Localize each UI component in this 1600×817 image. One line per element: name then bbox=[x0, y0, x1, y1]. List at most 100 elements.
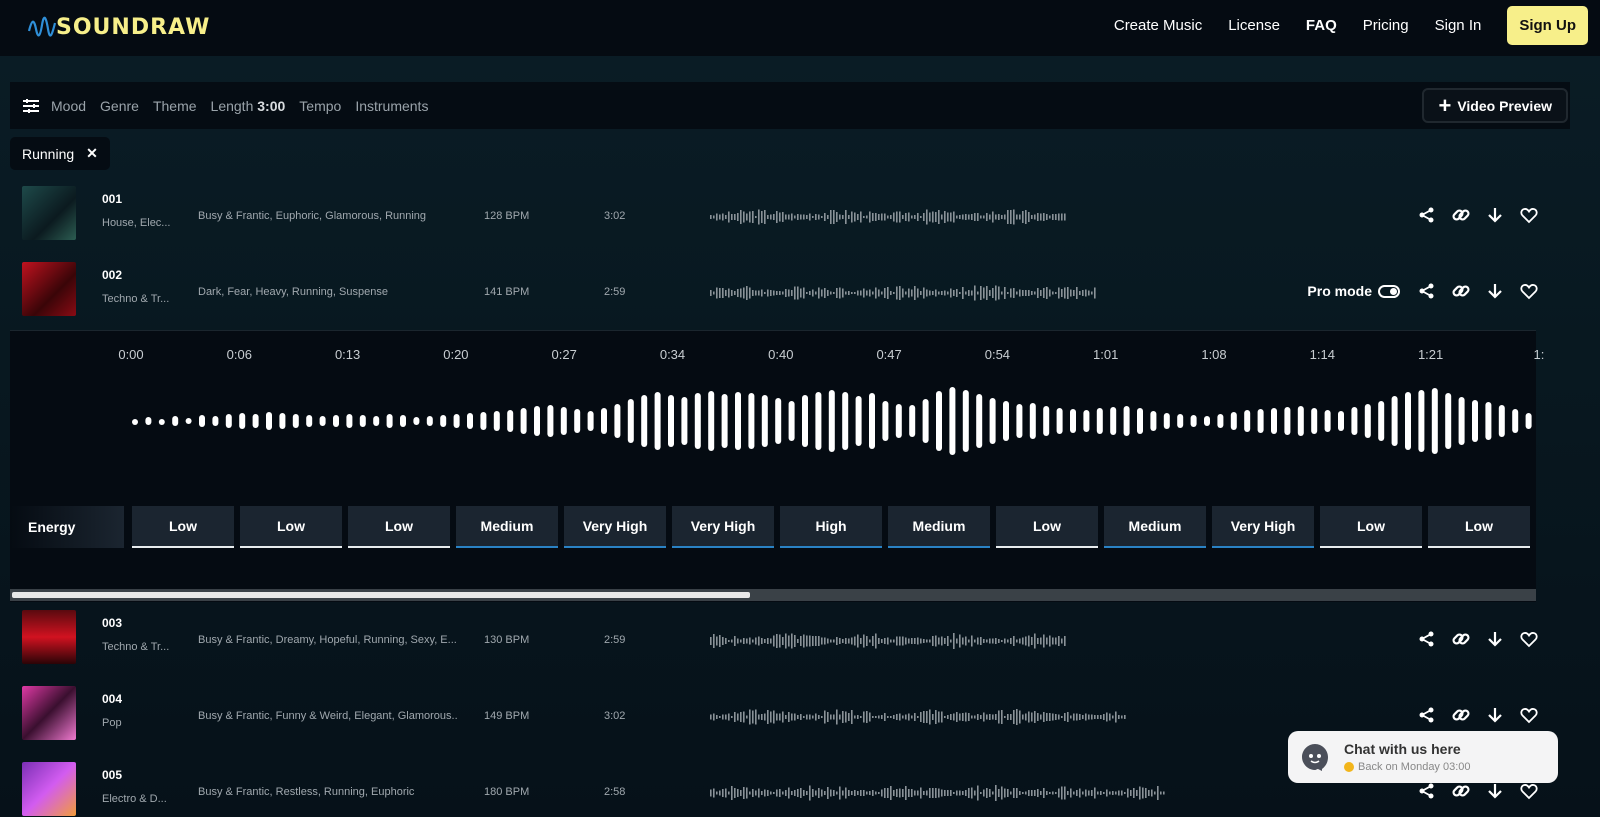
waveform-bar bbox=[1150, 411, 1157, 431]
track-bpm: 130 BPM bbox=[484, 634, 530, 646]
sliders-icon[interactable] bbox=[23, 98, 39, 113]
waveform-bar bbox=[1096, 408, 1103, 434]
waveform-bar bbox=[828, 390, 835, 452]
energy-cell[interactable]: Low bbox=[132, 506, 234, 548]
waveform-bar bbox=[1472, 400, 1478, 442]
waveform-bar bbox=[1123, 406, 1130, 436]
track-number: 005 bbox=[102, 768, 123, 782]
close-icon[interactable]: ✕ bbox=[86, 145, 98, 162]
soundraw-logo[interactable]: SOUNDRAW bbox=[28, 12, 210, 42]
waveform-bar bbox=[1257, 409, 1264, 433]
timeline-tick: 0:20 bbox=[443, 347, 469, 362]
link-icon[interactable] bbox=[1450, 280, 1472, 302]
energy-cell[interactable]: Very High bbox=[1212, 506, 1314, 548]
horizontal-scrollbar[interactable] bbox=[10, 589, 1536, 601]
link-icon[interactable] bbox=[1450, 780, 1472, 802]
chat-widget[interactable]: Chat with us here Back on Monday 03:00 bbox=[1288, 731, 1558, 783]
link-icon[interactable] bbox=[1450, 204, 1472, 226]
track-row[interactable]: 003 Techno & Tr... Busy & Frantic, Dream… bbox=[10, 604, 1540, 680]
heart-icon[interactable] bbox=[1518, 780, 1540, 802]
main-waveform[interactable] bbox=[128, 381, 1538, 471]
waveform-bar bbox=[627, 399, 634, 443]
share-icon[interactable] bbox=[1416, 628, 1438, 650]
nav-pricing[interactable]: Pricing bbox=[1363, 17, 1409, 34]
track-cover-art[interactable] bbox=[22, 686, 76, 740]
share-icon[interactable] bbox=[1416, 704, 1438, 726]
filter-instruments[interactable]: Instruments bbox=[355, 98, 428, 114]
energy-cell[interactable]: Low bbox=[348, 506, 450, 548]
timeline-tick: 0:34 bbox=[659, 347, 686, 362]
track-cover-art[interactable] bbox=[22, 762, 76, 816]
download-icon[interactable] bbox=[1484, 704, 1506, 726]
share-icon[interactable] bbox=[1416, 204, 1438, 226]
energy-cell[interactable]: Medium bbox=[888, 506, 990, 548]
link-icon[interactable] bbox=[1450, 628, 1472, 650]
heart-icon[interactable] bbox=[1518, 628, 1540, 650]
track-waveform[interactable] bbox=[710, 702, 1128, 732]
waveform-bar bbox=[1498, 405, 1505, 437]
energy-cell[interactable]: Very High bbox=[672, 506, 774, 548]
timeline-tick: 1:08 bbox=[1201, 347, 1227, 362]
filter-theme[interactable]: Theme bbox=[153, 98, 197, 114]
waveform-bar bbox=[574, 409, 581, 433]
track-cover-art[interactable] bbox=[22, 610, 76, 664]
download-icon[interactable] bbox=[1484, 780, 1506, 802]
waveform-bar bbox=[842, 392, 849, 450]
waveform-bar bbox=[453, 414, 460, 428]
waveform-bar bbox=[882, 401, 889, 441]
scrollbar-thumb[interactable] bbox=[12, 592, 750, 598]
energy-cell[interactable]: Medium bbox=[1104, 506, 1206, 548]
nav-faq[interactable]: FAQ bbox=[1306, 17, 1337, 34]
waveform-bar bbox=[1405, 392, 1411, 450]
nav-sign-in[interactable]: Sign In bbox=[1435, 17, 1482, 34]
download-icon[interactable] bbox=[1484, 204, 1506, 226]
toggle-icon[interactable] bbox=[1378, 284, 1400, 298]
track-waveform[interactable] bbox=[710, 778, 1168, 808]
share-icon[interactable] bbox=[1416, 780, 1438, 802]
filter-mood[interactable]: Mood bbox=[51, 98, 86, 114]
track-row[interactable]: 002 Techno & Tr... Dark, Fear, Heavy, Ru… bbox=[10, 256, 1540, 332]
track-cover-art[interactable] bbox=[22, 186, 76, 240]
energy-cell[interactable]: Low bbox=[1320, 506, 1422, 548]
energy-cell[interactable]: Medium bbox=[456, 506, 558, 548]
waveform-bar bbox=[1485, 402, 1492, 440]
waveform-bar bbox=[614, 404, 621, 438]
energy-cell[interactable]: High bbox=[780, 506, 882, 548]
waveform-bar bbox=[1083, 410, 1090, 432]
energy-cell[interactable]: Low bbox=[240, 506, 342, 548]
waveform-bar bbox=[1512, 409, 1519, 433]
track-number: 003 bbox=[102, 616, 123, 630]
track-waveform[interactable] bbox=[710, 278, 1098, 308]
video-preview-button[interactable]: + Video Preview bbox=[1422, 88, 1568, 123]
top-header: SOUNDRAW Create Music License FAQ Pricin… bbox=[0, 0, 1600, 56]
waveform-bar bbox=[1431, 388, 1438, 454]
energy-cell[interactable]: Low bbox=[996, 506, 1098, 548]
filter-tempo[interactable]: Tempo bbox=[299, 98, 341, 114]
track-waveform[interactable] bbox=[710, 202, 1068, 232]
timeline-tick: 0:47 bbox=[876, 347, 902, 362]
waveform-bar bbox=[735, 392, 741, 450]
filter-length[interactable]: Length 3:00 bbox=[211, 98, 286, 114]
heart-icon[interactable] bbox=[1518, 280, 1540, 302]
waveform-bar bbox=[1311, 408, 1318, 434]
filter-bar: Mood Genre Theme Length 3:00 Tempo Instr… bbox=[10, 82, 1570, 129]
nav-create-music[interactable]: Create Music bbox=[1114, 17, 1202, 34]
track-genre: Techno & Tr... bbox=[102, 293, 170, 305]
energy-cell[interactable]: Low bbox=[1428, 506, 1530, 548]
track-waveform[interactable] bbox=[710, 626, 1068, 656]
heart-icon[interactable] bbox=[1518, 204, 1540, 226]
link-icon[interactable] bbox=[1450, 704, 1472, 726]
share-icon[interactable] bbox=[1416, 280, 1438, 302]
download-icon[interactable] bbox=[1484, 628, 1506, 650]
track-cover-art[interactable] bbox=[22, 262, 76, 316]
filter-genre[interactable]: Genre bbox=[100, 98, 139, 114]
track-duration: 2:58 bbox=[604, 786, 626, 798]
sign-up-button[interactable]: Sign Up bbox=[1507, 5, 1588, 45]
track-row[interactable]: 001 House, Elec... Busy & Frantic, Eupho… bbox=[10, 180, 1540, 256]
energy-cell[interactable]: Very High bbox=[564, 506, 666, 548]
waveform-bar bbox=[279, 413, 286, 429]
download-icon[interactable] bbox=[1484, 280, 1506, 302]
heart-icon[interactable] bbox=[1518, 704, 1540, 726]
nav-license[interactable]: License bbox=[1228, 17, 1280, 34]
pro-mode-toggle[interactable]: Pro mode bbox=[1307, 283, 1400, 299]
